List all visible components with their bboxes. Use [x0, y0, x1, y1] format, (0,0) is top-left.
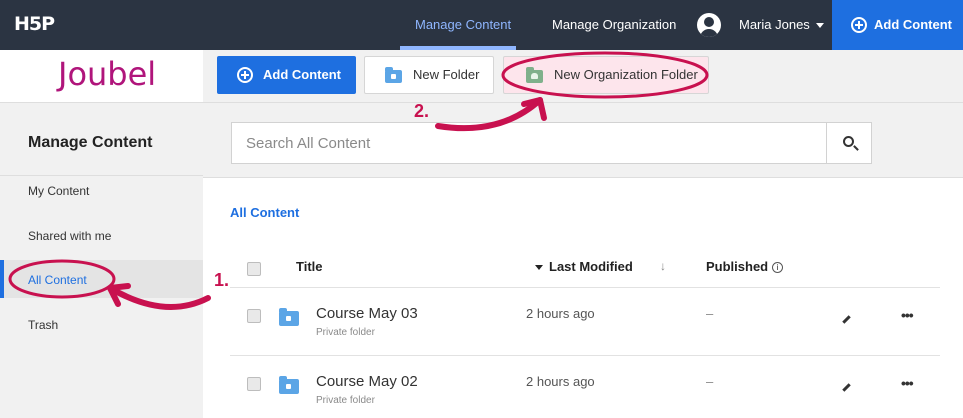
plus-circle-icon: [851, 17, 867, 33]
row-subtitle: Private folder: [316, 395, 375, 406]
sidebar-divider: [0, 175, 203, 176]
new-organization-folder-label: New Organization Folder: [554, 67, 698, 82]
search-button[interactable]: [826, 122, 872, 164]
chevron-down-icon: [815, 23, 824, 29]
sidebar-item-all-content[interactable]: All Content: [28, 273, 87, 287]
folder-lock-icon: [385, 67, 402, 83]
folder-lock-icon: [279, 308, 299, 326]
select-all-checkbox[interactable]: [247, 262, 261, 276]
new-folder-label: New Folder: [413, 67, 480, 82]
add-content-label: Add Content: [263, 67, 341, 82]
breadcrumb[interactable]: All Content: [230, 205, 299, 220]
sidebar-item-my-content[interactable]: My Content: [28, 184, 89, 198]
user-name: Maria Jones: [739, 17, 810, 32]
top-add-content-label: Add Content: [874, 17, 952, 32]
info-icon[interactable]: i: [772, 262, 784, 273]
sort-direction-icon[interactable]: ↓: [660, 259, 666, 273]
row-title[interactable]: Course May 02: [316, 373, 418, 390]
row-title[interactable]: Course May 03: [316, 305, 418, 322]
nav-manage-content[interactable]: Manage Content: [415, 0, 511, 50]
sidebar-title: Manage Content: [28, 134, 153, 151]
annotation-step-1: 1.: [214, 270, 230, 290]
row-last-modified: 2 hours ago: [526, 374, 595, 389]
add-content-button[interactable]: Add Content: [217, 56, 356, 94]
new-folder-button[interactable]: New Folder: [364, 56, 494, 94]
row-last-modified: 2 hours ago: [526, 306, 595, 321]
brand-name: Joubel: [58, 55, 157, 93]
sidebar-item-trash[interactable]: Trash: [28, 318, 58, 332]
organization-folder-icon: [526, 67, 543, 83]
row-checkbox[interactable]: [247, 377, 261, 391]
more-options-icon[interactable]: •••: [901, 375, 914, 391]
sidebar-active-indicator: [0, 260, 4, 298]
search-input[interactable]: [231, 122, 827, 164]
edit-icon[interactable]: [842, 383, 851, 392]
row-published: –: [706, 306, 714, 321]
row-divider: [230, 287, 940, 288]
column-header-published[interactable]: Published i: [706, 259, 784, 274]
row-subtitle: Private folder: [316, 327, 375, 338]
column-header-title[interactable]: Title: [296, 259, 323, 274]
column-header-last-modified[interactable]: Last Modified: [535, 259, 633, 274]
user-menu[interactable]: Maria Jones: [739, 0, 824, 50]
annotation-step-2: 2.: [414, 101, 430, 121]
user-avatar-icon[interactable]: [697, 13, 721, 37]
more-options-icon[interactable]: •••: [901, 307, 914, 323]
edit-icon[interactable]: [842, 315, 851, 324]
sidebar-item-shared-with-me[interactable]: Shared with me: [28, 229, 111, 243]
top-add-content-button[interactable]: Add Content: [832, 0, 963, 50]
sort-caret-icon: [535, 265, 543, 271]
row-published: –: [706, 374, 714, 389]
row-divider: [230, 355, 940, 356]
search-icon: [843, 136, 854, 147]
folder-lock-icon: [279, 376, 299, 394]
h5p-logo[interactable]: H5P: [14, 13, 55, 35]
nav-manage-organization[interactable]: Manage Organization: [552, 0, 676, 50]
row-checkbox[interactable]: [247, 309, 261, 323]
plus-circle-icon: [237, 67, 253, 83]
new-organization-folder-button[interactable]: New Organization Folder: [503, 56, 709, 94]
